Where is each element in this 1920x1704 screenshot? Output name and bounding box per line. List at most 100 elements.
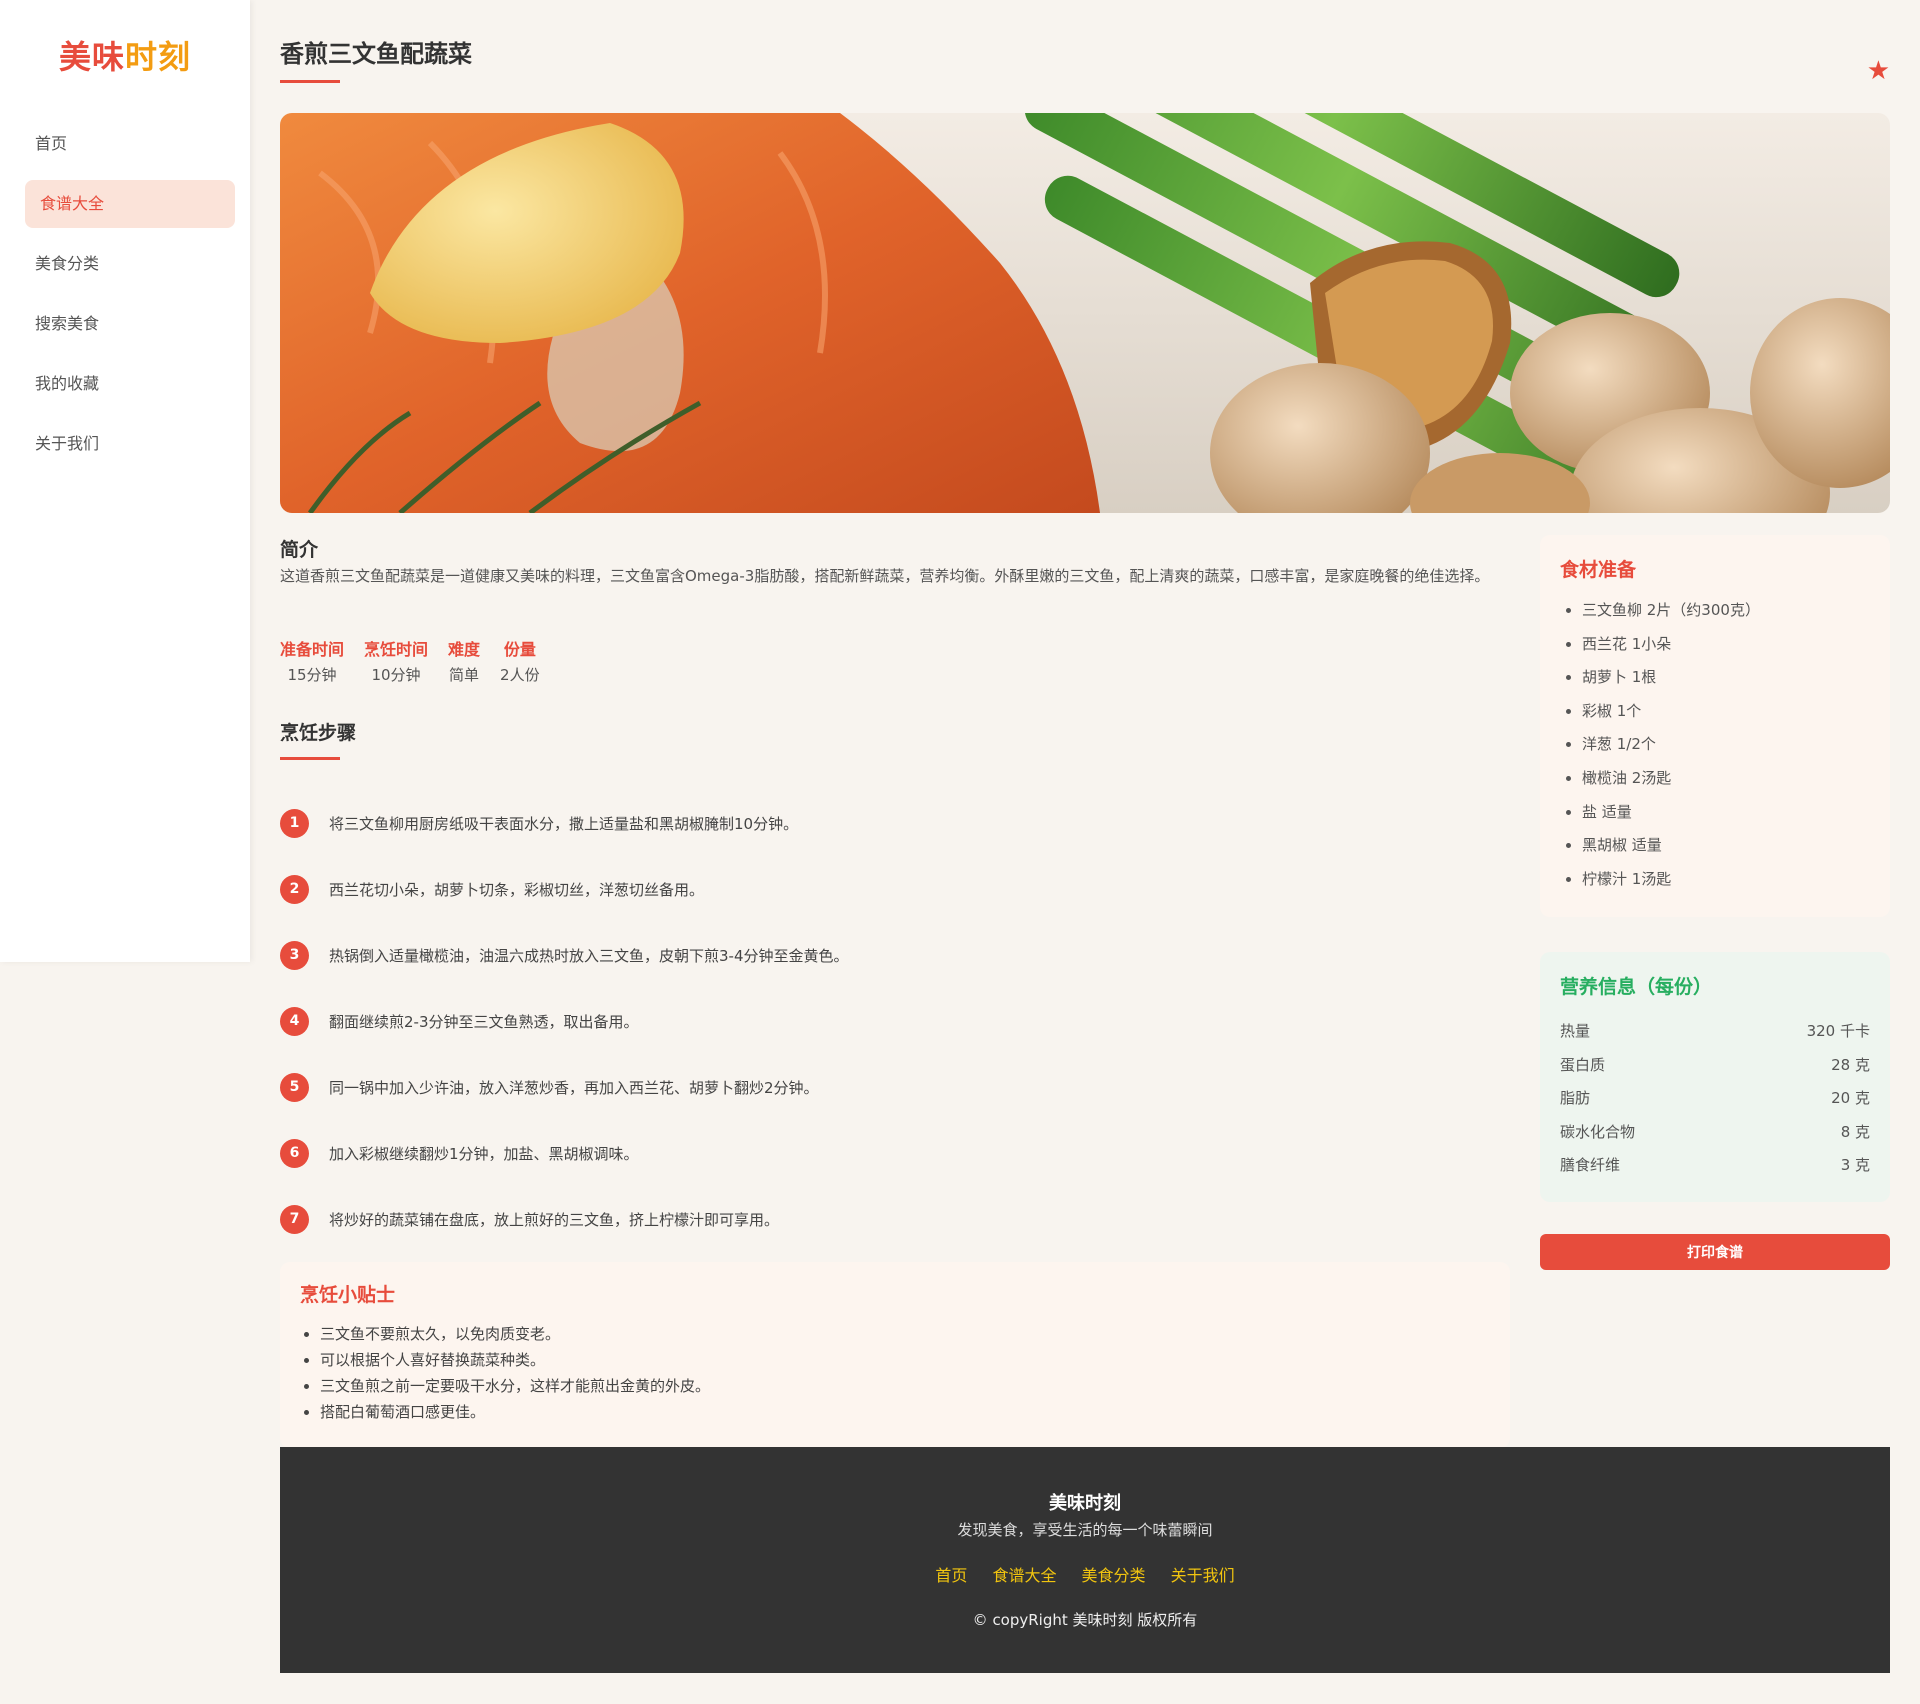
nutrient-value: 8 克 [1840,1122,1870,1141]
footer-links: 首页 食谱大全 美食分类 关于我们 [280,1562,1890,1586]
step-number: 7 [280,1204,309,1234]
ingredient-item: 黑胡椒 适量 [1582,829,1870,863]
ingredients-list: 三文鱼柳 2片（约300克） 西兰花 1小朵 胡萝卜 1根 彩椒 1个 洋葱 1… [1560,594,1870,896]
nutrient-name: 脂肪 [1560,1089,1591,1107]
steps-heading: 烹饪步骤 [280,722,357,744]
ingredient-item: 柠檬汁 1汤匙 [1582,863,1870,897]
nutrition-card: 营养信息（每份） 热量 320 千卡 蛋白质 28 克 脂肪 20 克 碳水化合物 8 … [1540,952,1890,1202]
step-text: 加入彩椒继续翻炒1分钟，加盐、黑胡椒调味。 [329,1144,639,1163]
star-icon[interactable]: ★ [1867,56,1890,86]
step-number: 1 [280,808,309,838]
ingredient-item: 橄榄油 2汤匙 [1582,762,1870,796]
logo-part2: 时刻 [125,38,192,76]
cooking-tips: 烹饪小贴士 三文鱼不要煎太久，以免肉质变老。 可以根据个人喜好替换蔬菜种类。 三… [280,1262,1510,1448]
ingredients-heading: 食材准备 [1560,559,1637,581]
sidebar-nav: 首页 食谱大全 美食分类 搜索美食 我的收藏 关于我们 [25,120,235,480]
ingredient-item: 盐 适量 [1582,796,1870,830]
sidebar-item-recipes[interactable]: 食谱大全 [25,180,235,228]
tips-heading: 烹饪小贴士 [300,1284,396,1306]
nutrient-name: 蛋白质 [1560,1055,1606,1074]
logo-part1: 美味 [58,38,125,76]
footer-slogan: 发现美食，享受生活的每一个味蕾瞬间 [957,1521,1213,1539]
steps-underline [280,757,340,760]
ingredient-item: 彩椒 1个 [1582,695,1870,729]
intro-text: 这道香煎三文鱼配蔬菜是一道健康又美味的料理，三文鱼富含Omega-3脂肪酸，搭配… [280,567,1490,585]
recipe-hero-image [280,113,1890,513]
step-number: 3 [280,940,309,970]
title-underline [280,80,340,83]
tip-item: 三文鱼不要煎太久，以免肉质变老。 [320,1321,1490,1347]
meta-label: 烹饪时间 [364,640,429,659]
nutrient-name: 碳水化合物 [1560,1122,1636,1141]
meta-servings: 份量 2人份 [500,636,540,685]
sidebar-item-about[interactable]: 关于我们 [25,420,235,468]
step-text: 同一锅中加入少许油，放入洋葱炒香，再加入西兰花、胡萝卜翻炒2分钟。 [329,1078,819,1097]
nutrient-value: 20 克 [1831,1089,1870,1107]
nutrition-row: 碳水化合物 8 克 [1560,1116,1870,1150]
meta-prep-time: 准备时间 15分钟 [280,636,344,685]
sidebar-item-favorites[interactable]: 我的收藏 [25,360,235,408]
site-footer: 美味时刻 发现美食，享受生活的每一个味蕾瞬间 首页 食谱大全 美食分类 关于我们… [280,1447,1890,1673]
nutrition-row: 热量 320 千卡 [1560,1015,1870,1049]
tip-item: 可以根据个人喜好替换蔬菜种类。 [320,1347,1490,1373]
sidebar-item-search[interactable]: 搜索美食 [25,300,235,348]
footer-brand: 美味时刻 [1049,1493,1121,1514]
step-item: 1 将三文鱼柳用厨房纸吸干表面水分，撒上适量盐和黑胡椒腌制10分钟。 [280,790,1505,856]
footer-link-recipes[interactable]: 食谱大全 [992,1566,1056,1585]
step-text: 热锅倒入适量橄榄油，油温六成热时放入三文鱼，皮朝下煎3-4分钟至金黄色。 [329,946,849,965]
meta-value: 15分钟 [287,666,337,684]
step-number: 6 [280,1138,309,1168]
sidebar-item-categories[interactable]: 美食分类 [25,240,235,288]
nutrient-value: 3 克 [1840,1156,1870,1174]
footer-link-categories[interactable]: 美食分类 [1082,1566,1146,1585]
meta-value: 简单 [449,666,480,684]
nutrient-value: 320 千卡 [1806,1022,1870,1040]
intro-heading: 简介 [280,539,319,561]
nutrition-row: 蛋白质 28 克 [1560,1049,1870,1083]
step-item: 5 同一锅中加入少许油，放入洋葱炒香，再加入西兰花、胡萝卜翻炒2分钟。 [280,1054,1505,1120]
footer-link-about[interactable]: 关于我们 [1171,1566,1235,1585]
nutrition-row: 脂肪 20 克 [1560,1082,1870,1116]
step-text: 西兰花切小朵，胡萝卜切条，彩椒切丝，洋葱切丝备用。 [329,880,705,899]
ingredients-card: 食材准备 三文鱼柳 2片（约300克） 西兰花 1小朵 胡萝卜 1根 彩椒 1个… [1540,535,1890,917]
site-logo[interactable]: 美味时刻 [0,32,250,78]
step-item: 4 翻面继续煎2-3分钟至三文鱼熟透，取出备用。 [280,988,1505,1054]
meta-cook-time: 烹饪时间 10分钟 [364,636,428,685]
step-item: 2 西兰花切小朵，胡萝卜切条，彩椒切丝，洋葱切丝备用。 [280,856,1505,922]
nutrient-name: 热量 [1560,1022,1591,1040]
meta-label: 难度 [448,640,481,659]
meta-value: 2人份 [500,666,540,684]
tip-item: 搭配白葡萄酒口感更佳。 [320,1399,1490,1425]
meta-label: 准备时间 [280,640,345,659]
footer-copyright: © copyRight 美味时刻 版权所有 [972,1611,1198,1629]
meta-value: 10分钟 [371,666,421,684]
ingredient-item: 西兰花 1小朵 [1582,628,1870,662]
step-number: 4 [280,1006,309,1036]
recipe-meta: 准备时间 15分钟 烹饪时间 10分钟 难度 简单 份量 2人份 [280,636,560,685]
page-title: 香煎三文鱼配蔬菜 [280,40,472,68]
step-text: 将三文鱼柳用厨房纸吸干表面水分，撒上适量盐和黑胡椒腌制10分钟。 [329,814,799,833]
step-text: 翻面继续煎2-3分钟至三文鱼熟透，取出备用。 [329,1012,639,1031]
step-item: 3 热锅倒入适量橄榄油，油温六成热时放入三文鱼，皮朝下煎3-4分钟至金黄色。 [280,922,1505,988]
steps-list: 1 将三文鱼柳用厨房纸吸干表面水分，撒上适量盐和黑胡椒腌制10分钟。 2 西兰花切小… [280,790,1505,1252]
nutrition-heading: 营养信息（每份） [1560,976,1713,998]
step-number: 2 [280,874,309,904]
sidebar: 美味时刻 首页 食谱大全 美食分类 搜索美食 我的收藏 关于我们 [0,0,250,962]
nutrient-value: 28 克 [1831,1055,1870,1074]
step-number: 5 [280,1072,309,1102]
step-item: 7 将炒好的蔬菜铺在盘底，放上煎好的三文鱼，挤上柠檬汁即可享用。 [280,1186,1505,1252]
step-item: 6 加入彩椒继续翻炒1分钟，加盐、黑胡椒调味。 [280,1120,1505,1186]
sidebar-item-home[interactable]: 首页 [25,120,235,168]
meta-difficulty: 难度 简单 [448,636,480,685]
salmon-dish-photo [280,113,1890,513]
ingredient-item: 三文鱼柳 2片（约300克） [1582,594,1870,628]
footer-link-home[interactable]: 首页 [935,1566,967,1585]
nutrition-row: 膳食纤维 3 克 [1560,1149,1870,1183]
meta-label: 份量 [503,640,536,659]
tip-item: 三文鱼煎之前一定要吸干水分，这样才能煎出金黄的外皮。 [320,1373,1490,1399]
step-text: 将炒好的蔬菜铺在盘底，放上煎好的三文鱼，挤上柠檬汁即可享用。 [329,1210,780,1229]
print-recipe-button[interactable]: 打印食谱 [1540,1234,1890,1270]
ingredient-item: 洋葱 1/2个 [1582,728,1870,762]
ingredient-item: 胡萝卜 1根 [1582,661,1870,695]
tips-list: 三文鱼不要煎太久，以免肉质变老。 可以根据个人喜好替换蔬菜种类。 三文鱼煎之前一… [300,1321,1490,1425]
